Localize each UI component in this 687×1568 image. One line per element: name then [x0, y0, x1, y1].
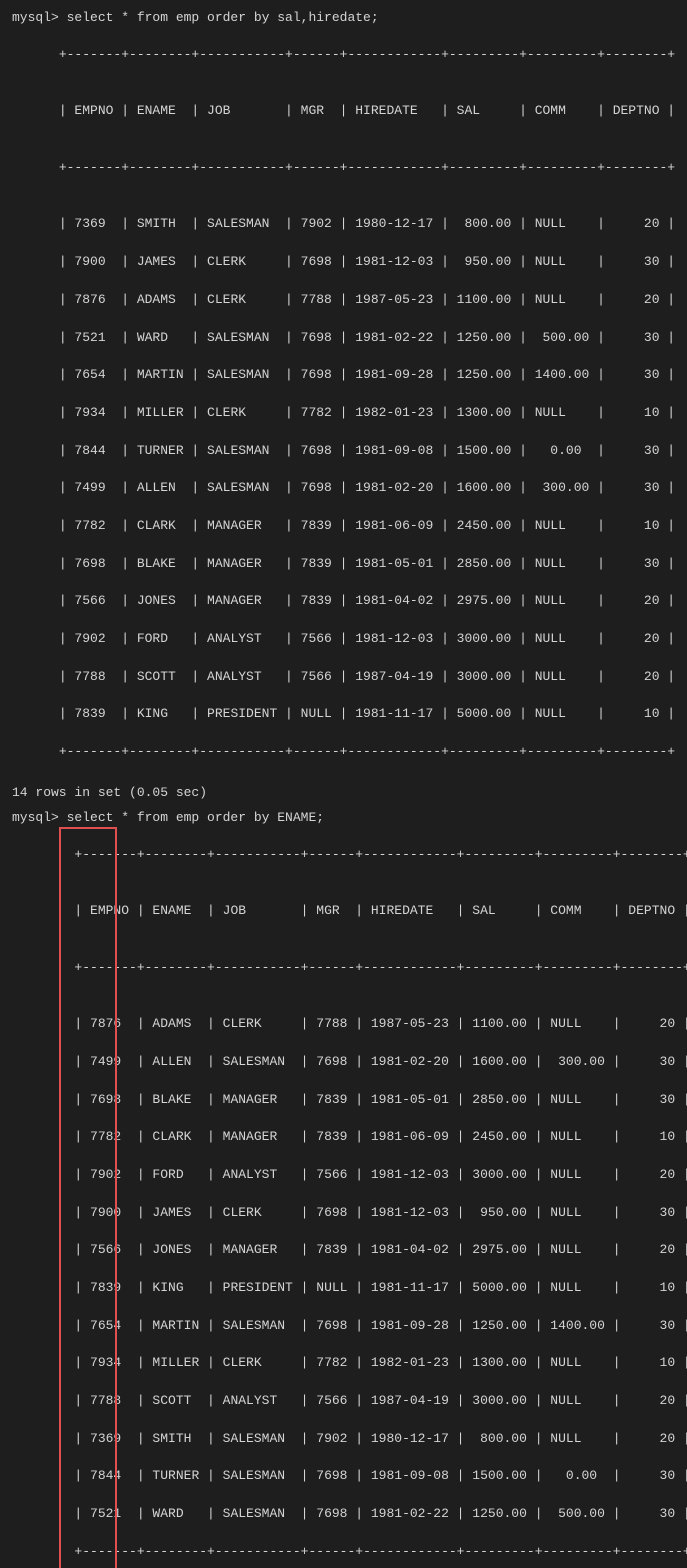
q1-row-2: | 7876 | ADAMS | CLERK | 7788 | 1987-05-…: [59, 292, 675, 307]
query1-result-info: 14 rows in set (0.05 sec): [12, 785, 675, 800]
q1-sep-header: +-------+--------+-----------+------+---…: [59, 160, 675, 175]
q1-row-4: | 7654 | MARTIN | SALESMAN | 7698 | 1981…: [59, 367, 675, 382]
query2-table: +-------+--------+-----------+------+---…: [12, 827, 687, 1568]
q1-sep-top: +-------+--------+-----------+------+---…: [59, 47, 675, 62]
q2-row-3: | 7782 | CLARK | MANAGER | 7839 | 1981-0…: [74, 1129, 687, 1144]
q1-row-1: | 7900 | JAMES | CLERK | 7698 | 1981-12-…: [59, 254, 675, 269]
q1-row-5: | 7934 | MILLER | CLERK | 7782 | 1982-01…: [59, 405, 675, 420]
q2-row-11: | 7369 | SMITH | SALESMAN | 7902 | 1980-…: [74, 1431, 687, 1446]
q2-sep-bottom: +-------+--------+-----------+------+---…: [74, 1544, 687, 1559]
q2-row-1: | 7499 | ALLEN | SALESMAN | 7698 | 1981-…: [74, 1054, 687, 1069]
q2-row-4: | 7902 | FORD | ANALYST | 7566 | 1981-12…: [74, 1167, 687, 1182]
q2-row-10: | 7788 | SCOTT | ANALYST | 7566 | 1987-0…: [74, 1393, 687, 1408]
q1-row-8: | 7782 | CLARK | MANAGER | 7839 | 1981-0…: [59, 518, 675, 533]
q2-row-12: | 7844 | TURNER | SALESMAN | 7698 | 1981…: [74, 1468, 687, 1483]
q2-header: | EMPNO | ENAME | JOB | MGR | HIREDATE |…: [74, 903, 687, 918]
q2-row-5: | 7900 | JAMES | CLERK | 7698 | 1981-12-…: [74, 1205, 687, 1220]
q2-row-13: | 7521 | WARD | SALESMAN | 7698 | 1981-0…: [74, 1506, 687, 1521]
q1-header: | EMPNO | ENAME | JOB | MGR | HIREDATE |…: [59, 103, 675, 118]
q1-sep-bottom: +-------+--------+-----------+------+---…: [59, 744, 675, 759]
q2-row-8: | 7654 | MARTIN | SALESMAN | 7698 | 1981…: [74, 1318, 687, 1333]
q2-row-0: | 7876 | ADAMS | CLERK | 7788 | 1987-05-…: [74, 1016, 687, 1031]
q1-row-12: | 7788 | SCOTT | ANALYST | 7566 | 1987-0…: [59, 669, 675, 684]
q1-row-6: | 7844 | TURNER | SALESMAN | 7698 | 1981…: [59, 443, 675, 458]
q2-row-9: | 7934 | MILLER | CLERK | 7782 | 1982-01…: [74, 1355, 687, 1370]
q1-row-10: | 7566 | JONES | MANAGER | 7839 | 1981-0…: [59, 593, 675, 608]
q1-row-11: | 7902 | FORD | ANALYST | 7566 | 1981-12…: [59, 631, 675, 646]
q2-row-7: | 7839 | KING | PRESIDENT | NULL | 1981-…: [74, 1280, 687, 1295]
terminal: mysql> select * from emp order by sal,hi…: [12, 10, 675, 1568]
query1-section: mysql> select * from emp order by sal,hi…: [12, 10, 675, 800]
q2-sep-header: +-------+--------+-----------+------+---…: [74, 960, 687, 975]
q1-row-0: | 7369 | SMITH | SALESMAN | 7902 | 1980-…: [59, 216, 675, 231]
query2-prompt: mysql> select * from emp order by ENAME;: [12, 810, 675, 825]
q2-row-6: | 7566 | JONES | MANAGER | 7839 | 1981-0…: [74, 1242, 687, 1257]
query2-table-wrapper: +-------+--------+-----------+------+---…: [12, 827, 687, 1568]
q1-row-7: | 7499 | ALLEN | SALESMAN | 7698 | 1981-…: [59, 480, 675, 495]
q1-row-3: | 7521 | WARD | SALESMAN | 7698 | 1981-0…: [59, 330, 675, 345]
query2-section: mysql> select * from emp order by ENAME;…: [12, 810, 675, 1568]
q2-sep-top: +-------+--------+-----------+------+---…: [74, 847, 687, 862]
q1-row-9: | 7698 | BLAKE | MANAGER | 7839 | 1981-0…: [59, 556, 675, 571]
query1-table: +-------+--------+-----------+------+---…: [12, 27, 675, 781]
q2-row-2: | 7698 | BLAKE | MANAGER | 7839 | 1981-0…: [74, 1092, 687, 1107]
q1-row-13: | 7839 | KING | PRESIDENT | NULL | 1981-…: [59, 706, 675, 721]
query1-prompt: mysql> select * from emp order by sal,hi…: [12, 10, 675, 25]
